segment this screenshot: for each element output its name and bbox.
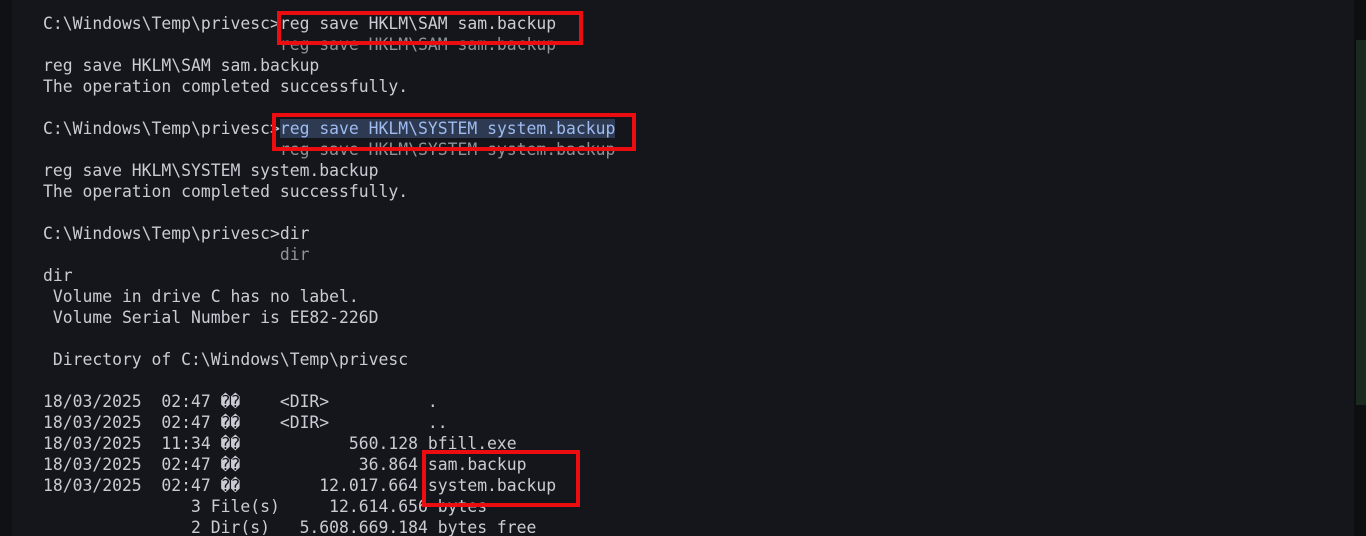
dir-entry: 18/03/2025 02:47 �� <DIR> . — [43, 392, 438, 411]
command-line: C:\Windows\Temp\privesc>reg save HKLM\SA… — [43, 13, 615, 34]
output-line: reg save HKLM\SAM sam.backup — [43, 56, 320, 75]
echo-line: reg save HKLM\SYSTEM system.backup — [43, 140, 616, 159]
output-line: reg save HKLM\SYSTEM system.backup — [43, 161, 379, 180]
echo-line: reg save HKLM\SAM sam.backup — [43, 35, 557, 54]
output-line: dir — [43, 266, 73, 285]
terminal-output: C:\Windows\Temp\privesc>reg save HKLM\SA… — [43, 13, 616, 536]
dir-entry: 18/03/2025 11:34 �� 560.128 bfill.exe — [43, 434, 517, 453]
window-edge — [0, 0, 12, 536]
prompt: C:\Windows\Temp\privesc> — [43, 14, 280, 33]
output-line: Volume Serial Number is EE82-226D — [43, 308, 379, 327]
command-text: reg save HKLM\SAM sam.backup — [279, 14, 557, 33]
command-line: C:\Windows\Temp\privesc>reg save HKLM\SY… — [43, 118, 616, 139]
output-line: Volume in drive C has no label. — [43, 287, 359, 306]
output-line: The operation completed successfully. — [43, 77, 409, 96]
prompt: C:\Windows\Temp\privesc> — [43, 119, 280, 138]
dir-entry: 18/03/2025 02:47 �� 36.864 sam.backup — [43, 455, 527, 474]
command-line: C:\Windows\Temp\privesc>dir — [43, 224, 310, 243]
output-line: Directory of C:\Windows\Temp\privesc — [43, 350, 409, 369]
output-line: The operation completed successfully. — [43, 182, 409, 201]
terminal-window[interactable]: C:\Windows\Temp\privesc>reg save HKLM\SA… — [0, 0, 1366, 536]
dir-summary: 2 Dir(s) 5.608.669.184 bytes free — [43, 518, 537, 536]
dir-entry: 18/03/2025 02:47 �� 12.017.664 system.ba… — [43, 476, 557, 495]
selected-command-text[interactable]: reg save HKLM\SYSTEM system.backup — [279, 119, 616, 138]
dir-entry: 18/03/2025 02:47 �� <DIR> .. — [43, 413, 448, 432]
echo-line: dir — [43, 245, 310, 264]
dir-summary: 3 File(s) 12.614.656 bytes — [43, 497, 488, 516]
scrollbar-thumb[interactable] — [1356, 40, 1366, 405]
